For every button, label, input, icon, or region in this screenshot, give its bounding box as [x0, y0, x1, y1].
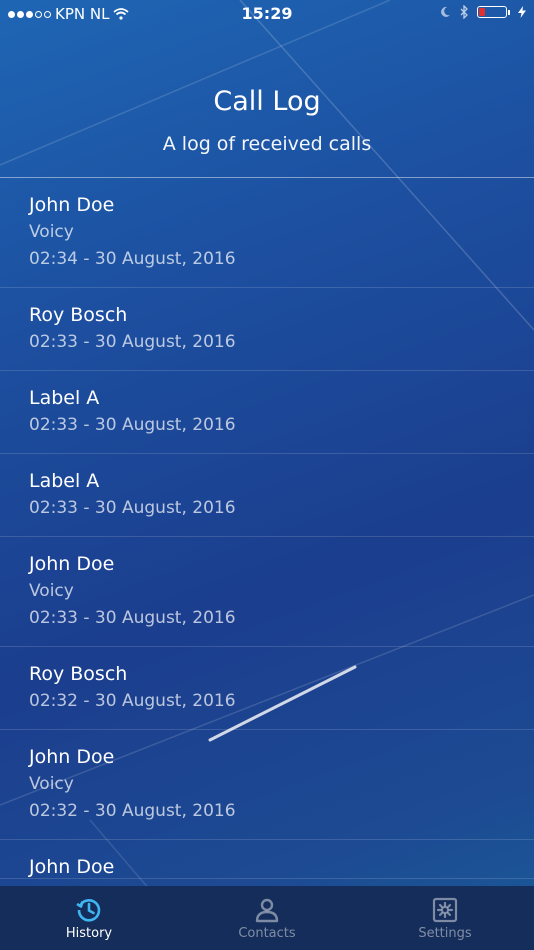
caller-name: John Doe [29, 194, 115, 216]
call-row[interactable]: John Doe Voicy 02:33 - 30 August, 2016 [0, 537, 534, 647]
call-label: Voicy [29, 774, 74, 794]
call-row[interactable]: Roy Bosch 02:33 - 30 August, 2016 [0, 288, 534, 371]
status-right [439, 5, 526, 19]
call-label: Voicy [29, 222, 74, 242]
tab-bar: History Contacts Settings [0, 886, 534, 950]
call-label: Voicy [29, 581, 74, 601]
call-row[interactable]: Label A 02:33 - 30 August, 2016 [0, 371, 534, 454]
caller-name: John Doe [29, 553, 115, 575]
header: Call Log A log of received calls [0, 84, 534, 155]
battery-icon [477, 6, 507, 18]
person-icon [255, 898, 279, 923]
caller-name: Label A [29, 470, 100, 492]
caller-name: Label A [29, 387, 100, 409]
caller-name: John Doe [29, 856, 115, 878]
tab-history-label: History [65, 926, 113, 941]
tab-contacts-label: Contacts [238, 926, 296, 941]
call-row[interactable]: John Doe Voicy 02:32 - 30 August, 2016 [0, 730, 534, 840]
page-title: Call Log [213, 86, 321, 117]
call-timestamp: 02:33 - 30 August, 2016 [29, 498, 236, 518]
tab-contacts[interactable]: Contacts [178, 886, 356, 950]
call-timestamp: 02:32 - 30 August, 2016 [29, 801, 236, 821]
caller-name: Roy Bosch [29, 304, 128, 326]
caller-name: Roy Bosch [29, 663, 128, 685]
caller-name: John Doe [29, 746, 115, 768]
page-subtitle: A log of received calls [162, 133, 372, 155]
call-row[interactable]: John Doe Voicy 02:34 - 30 August, 2016 [0, 178, 534, 288]
history-icon [76, 898, 101, 922]
charging-icon [518, 6, 526, 18]
call-timestamp: 02:34 - 30 August, 2016 [29, 249, 236, 269]
call-timestamp: 02:32 - 30 August, 2016 [29, 691, 236, 711]
tab-settings-label: Settings [418, 926, 472, 941]
call-row[interactable]: John Doe [0, 840, 534, 879]
bluetooth-icon [460, 5, 468, 19]
status-bar: KPN NL 15:29 [0, 0, 534, 28]
call-list[interactable]: John Doe Voicy 02:34 - 30 August, 2016 Roy … [0, 178, 534, 886]
gear-icon [432, 897, 458, 923]
call-timestamp: 02:33 - 30 August, 2016 [29, 415, 236, 435]
moon-icon [441, 6, 450, 17]
tab-settings[interactable]: Settings [356, 886, 534, 950]
call-row[interactable]: Label A 02:33 - 30 August, 2016 [0, 454, 534, 537]
call-timestamp: 02:33 - 30 August, 2016 [29, 608, 236, 628]
call-timestamp: 02:33 - 30 August, 2016 [29, 332, 236, 352]
tab-history[interactable]: History [0, 886, 178, 950]
call-row[interactable]: Roy Bosch 02:32 - 30 August, 2016 [0, 647, 534, 730]
